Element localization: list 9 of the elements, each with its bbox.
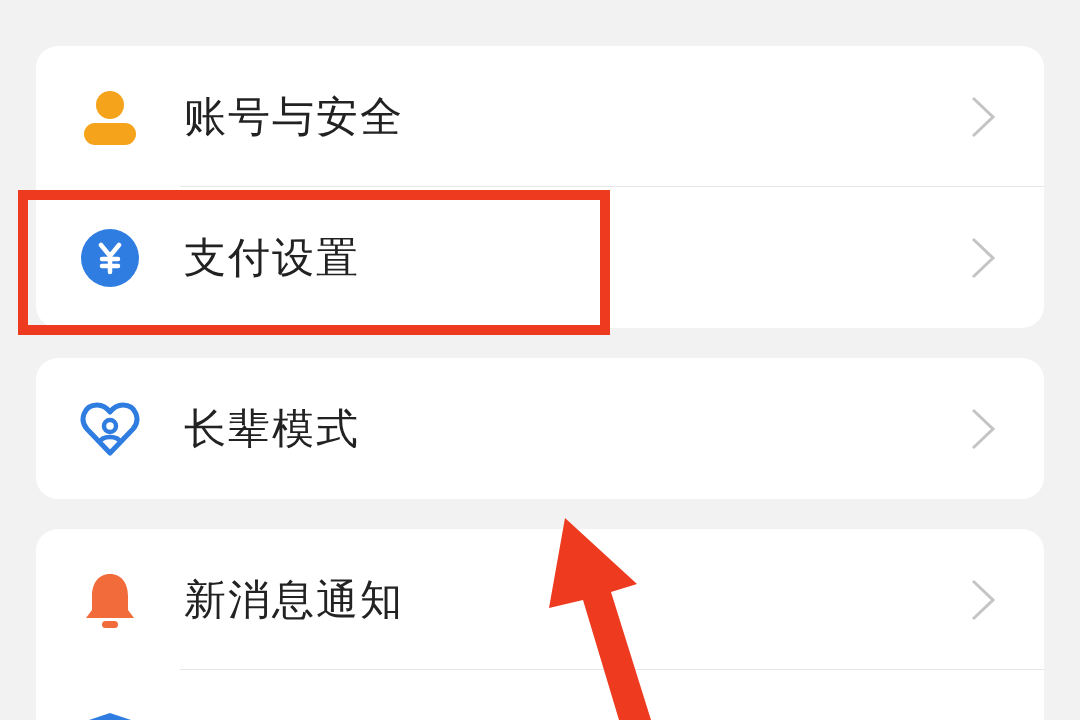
setting-label[interactable]: 账号与安全 (184, 88, 970, 145)
chevron-right-icon (970, 235, 996, 280)
chevron-right-icon (970, 577, 996, 622)
yen-coin-icon (80, 227, 140, 288)
setting-label[interactable]: 新消息通知 (184, 571, 970, 628)
setting-label[interactable]: 支付设置 (184, 229, 970, 286)
chevron-right-icon (970, 406, 996, 451)
chevron-right-icon (970, 94, 996, 139)
setting-label[interactable]: 长辈模式 (184, 400, 970, 457)
